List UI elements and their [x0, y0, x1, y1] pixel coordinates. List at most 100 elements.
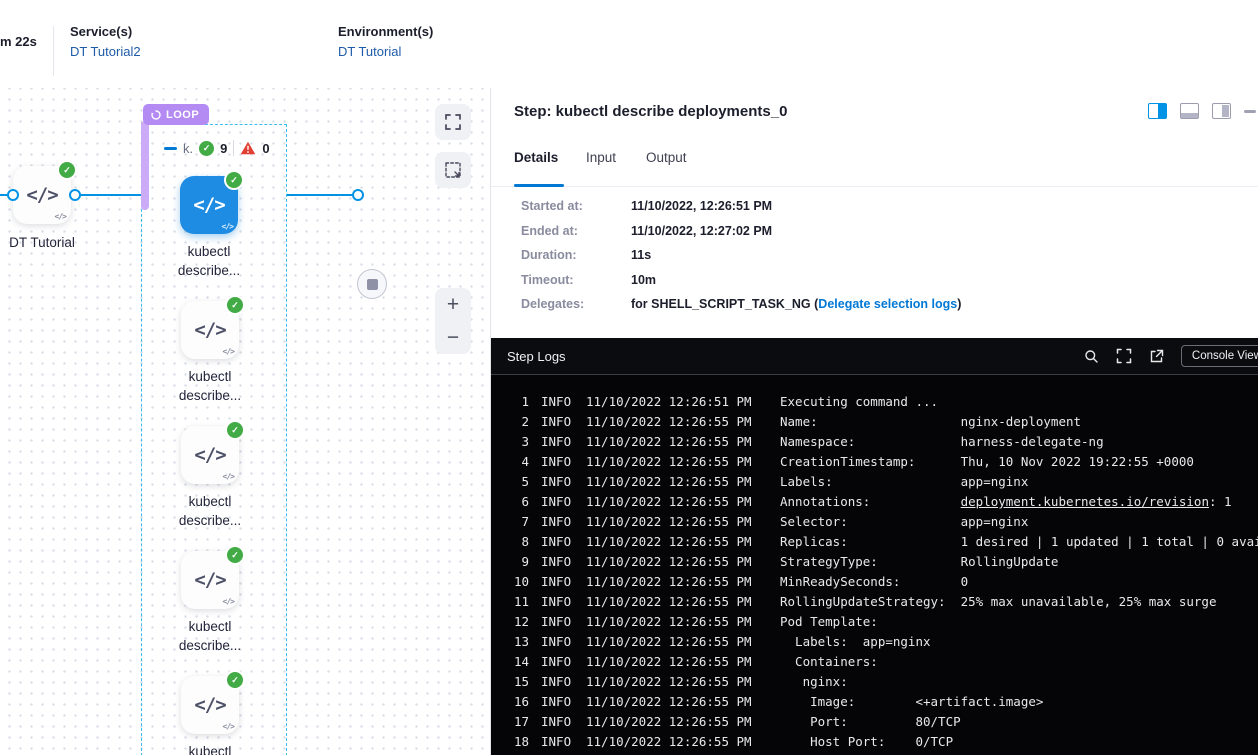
step-node-1[interactable]: </> </> ✓ — [180, 176, 238, 234]
port — [7, 189, 19, 201]
step-details-panel: Step: kubectl describe deployments_0 Det… — [490, 88, 1258, 755]
loop-badge-label: LOOP — [166, 109, 199, 121]
collapse-panel-button[interactable] — [1244, 110, 1256, 113]
environments-block: Environment(s) DT Tutorial — [338, 24, 433, 59]
stage-name: k. — [183, 141, 193, 156]
layout-split-button[interactable] — [1148, 103, 1167, 119]
execution-topbar: m 22s Service(s) DT Tutorial2 Environmen… — [0, 0, 1258, 88]
step-node-4[interactable]: </> </> ✓ — [181, 551, 239, 609]
detail-row: Started at: 11/10/2022, 12:26:51 PM — [521, 200, 1239, 213]
step-logs-title: Step Logs — [507, 349, 566, 364]
active-tab-underline — [514, 184, 564, 187]
connector-line — [286, 194, 357, 196]
log-line: 1INFO11/10/2022 12:26:51 PMExecuting com… — [491, 392, 1258, 412]
log-line: 2INFO11/10/2022 12:26:55 PMName: nginx-d… — [491, 412, 1258, 432]
log-line: 12INFO11/10/2022 12:26:55 PMPod Template… — [491, 612, 1258, 632]
log-line: 18INFO11/10/2022 12:26:55 PM Host Port: … — [491, 732, 1258, 752]
stage-collapse-button[interactable] — [164, 147, 177, 150]
success-badge-icon: ✓ — [225, 295, 245, 315]
marquee-select-button[interactable] — [435, 152, 471, 188]
log-line: 14INFO11/10/2022 12:26:55 PM Containers: — [491, 652, 1258, 672]
log-line: 6INFO11/10/2022 12:26:55 PMAnnotations: … — [491, 492, 1258, 512]
step-title: Step: kubectl describe deployments_0 — [514, 103, 787, 120]
detail-label: Delegates: — [521, 298, 631, 311]
shell-script-mini-icon: </> — [223, 722, 234, 731]
search-icon[interactable] — [1084, 349, 1099, 364]
detail-label: Ended at: — [521, 225, 631, 238]
detail-value: 11s — [631, 249, 651, 262]
detail-tabs: Details Input Output — [491, 140, 1258, 187]
code-icon: </> — [193, 194, 224, 216]
code-icon: </> — [26, 184, 57, 206]
log-line: 16INFO11/10/2022 12:26:55 PM Image: <+ar… — [491, 692, 1258, 712]
step-node-5[interactable]: </> </> ✓ — [181, 676, 239, 734]
shell-script-mini-icon: </> — [223, 347, 234, 356]
start-node[interactable]: </> </> ✓ — [13, 166, 71, 224]
code-icon: </> — [194, 444, 225, 466]
log-line: 3INFO11/10/2022 12:26:55 PMNamespace: ha… — [491, 432, 1258, 452]
log-line: 15INFO11/10/2022 12:26:55 PM nginx: — [491, 672, 1258, 692]
shell-script-mini-icon: </> — [55, 212, 66, 221]
detail-label: Duration: — [521, 249, 631, 262]
step-node-2[interactable]: </> </> ✓ — [181, 301, 239, 359]
service-link[interactable]: DT Tutorial2 — [70, 44, 141, 59]
log-line: 7INFO11/10/2022 12:26:55 PMSelector: app… — [491, 512, 1258, 532]
console-view-button[interactable]: Console View — [1181, 345, 1258, 367]
shell-script-mini-icon: </> — [223, 597, 234, 606]
stage-header: k. ✓ 9 0 — [164, 138, 270, 158]
layout-bottom-button[interactable] — [1180, 103, 1199, 119]
port — [69, 189, 81, 201]
log-line: 9INFO11/10/2022 12:26:55 PMStrategyType:… — [491, 552, 1258, 572]
execution-elapsed-time: m 22s — [0, 34, 37, 49]
node-label: kubectl describe... — [145, 492, 275, 530]
log-line: 17INFO11/10/2022 12:26:55 PM Port: 80/TC… — [491, 712, 1258, 732]
panel-layout-controls — [1148, 103, 1258, 119]
check-icon: ✓ — [199, 141, 214, 156]
zoom-controls: + − — [435, 288, 471, 354]
log-line: 5INFO11/10/2022 12:26:55 PMLabels: app=n… — [491, 472, 1258, 492]
topbar-divider — [53, 26, 54, 76]
log-link[interactable]: deployment.kubernetes.io/revision — [961, 494, 1209, 509]
log-line: 8INFO11/10/2022 12:26:55 PMReplicas: 1 d… — [491, 532, 1258, 552]
node-label: kubectl describe... — [145, 367, 275, 405]
code-icon: </> — [194, 569, 225, 591]
step-logs-section: Step Logs Console View 1INFO11/10/2022 1… — [491, 338, 1258, 755]
detail-label: Timeout: — [521, 274, 631, 287]
log-lines[interactable]: 1INFO11/10/2022 12:26:51 PMExecuting com… — [491, 375, 1258, 752]
end-node[interactable] — [357, 269, 387, 299]
environment-link[interactable]: DT Tutorial — [338, 44, 433, 59]
zoom-in-button[interactable]: + — [435, 288, 471, 321]
log-line: 4INFO11/10/2022 12:26:55 PMCreationTimes… — [491, 452, 1258, 472]
warning-icon — [240, 141, 256, 155]
node-label: kubectl describe... — [144, 242, 274, 280]
loop-bar — [141, 122, 149, 210]
environments-label: Environment(s) — [338, 24, 433, 39]
services-block: Service(s) DT Tutorial2 — [70, 24, 141, 59]
detail-value: 10m — [631, 274, 656, 287]
node-label: DT Tutorial — [0, 233, 107, 252]
loop-icon — [150, 109, 162, 121]
fullscreen-button[interactable] — [435, 104, 471, 140]
success-count: 9 — [220, 141, 227, 156]
services-label: Service(s) — [70, 24, 141, 39]
step-node-3[interactable]: </> </> ✓ — [181, 426, 239, 484]
success-badge-icon: ✓ — [224, 170, 244, 190]
delegate-selection-logs-link[interactable]: Delegate selection logs — [818, 297, 957, 311]
zoom-out-button[interactable]: − — [435, 321, 471, 354]
code-icon: </> — [194, 694, 225, 716]
detail-row: Delegates: for SHELL_SCRIPT_TASK_NG (Del… — [521, 298, 1239, 311]
tab-output[interactable]: Output — [646, 150, 687, 165]
stage-header-divider — [233, 140, 234, 156]
fullscreen-icon[interactable] — [1116, 348, 1132, 364]
code-icon: </> — [194, 319, 225, 341]
pipeline-canvas[interactable]: LOOP k. ✓ 9 0 </> </> ✓ DT Tutorial </> … — [0, 88, 490, 755]
detail-row: Ended at: 11/10/2022, 12:27:02 PM — [521, 225, 1239, 238]
details-section: Started at: 11/10/2022, 12:26:51 PM Ende… — [521, 200, 1239, 323]
external-link-icon[interactable] — [1149, 349, 1164, 364]
fail-count: 0 — [262, 141, 269, 156]
tab-input[interactable]: Input — [586, 150, 616, 165]
loop-badge[interactable]: LOOP — [143, 104, 209, 125]
layout-right-button[interactable] — [1212, 103, 1231, 119]
tab-details[interactable]: Details — [514, 150, 558, 165]
log-line: 10INFO11/10/2022 12:26:55 PMMinReadySeco… — [491, 572, 1258, 592]
